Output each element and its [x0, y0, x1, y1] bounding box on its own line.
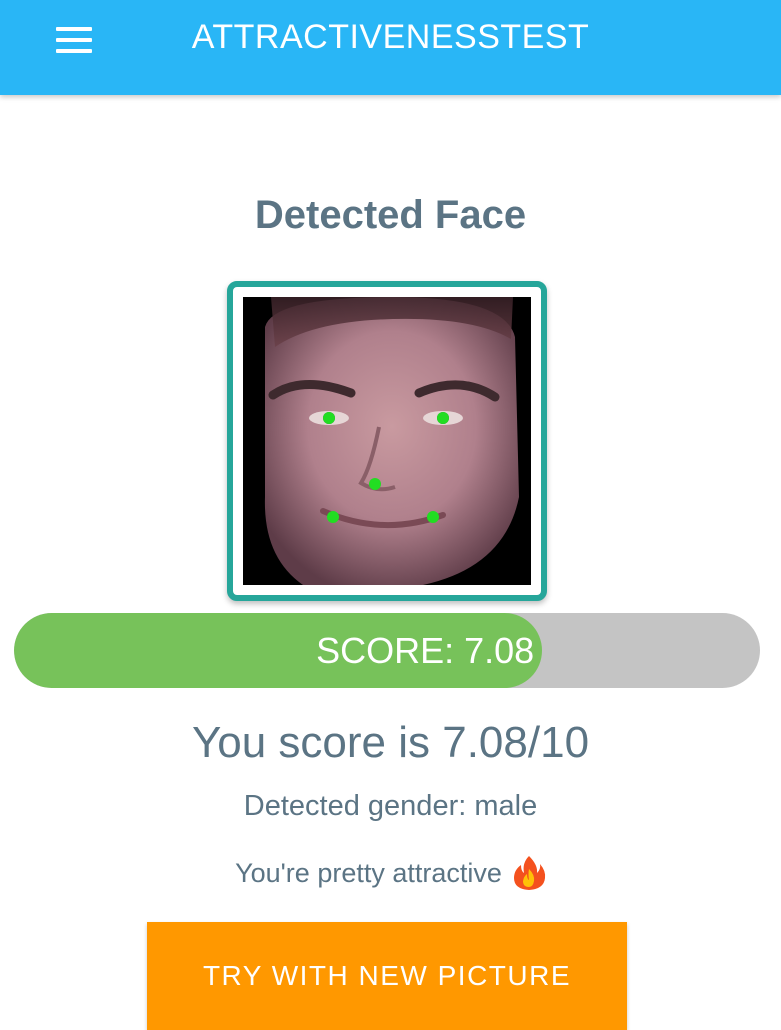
- app-title: ATTRACTIVENESSTEST: [191, 18, 590, 56]
- app-bar: ATTRACTIVENESSTEST: [0, 0, 781, 95]
- app-screen: ATTRACTIVENESSTEST Detected Face SCORE: …: [0, 0, 781, 1030]
- score-progress-label: SCORE: 7.08: [316, 629, 535, 671]
- score-result-text: You score is 7.08/10: [191, 718, 590, 767]
- attractiveness-verdict: You're pretty attractive: [0, 855, 781, 891]
- detected-face-heading: Detected Face: [254, 193, 527, 237]
- score-progress-fill: SCORE: 7.08: [14, 613, 543, 688]
- verdict-text: You're pretty attractive: [235, 857, 502, 888]
- fire-icon: [513, 856, 546, 890]
- score-progress-bar: SCORE: 7.08: [14, 613, 760, 688]
- detected-gender-text: Detected gender: male: [243, 790, 538, 822]
- face-photo: [243, 297, 531, 585]
- try-new-picture-button[interactable]: TRY WITH NEW PICTURE: [147, 922, 627, 1030]
- detected-face-frame: [227, 281, 547, 601]
